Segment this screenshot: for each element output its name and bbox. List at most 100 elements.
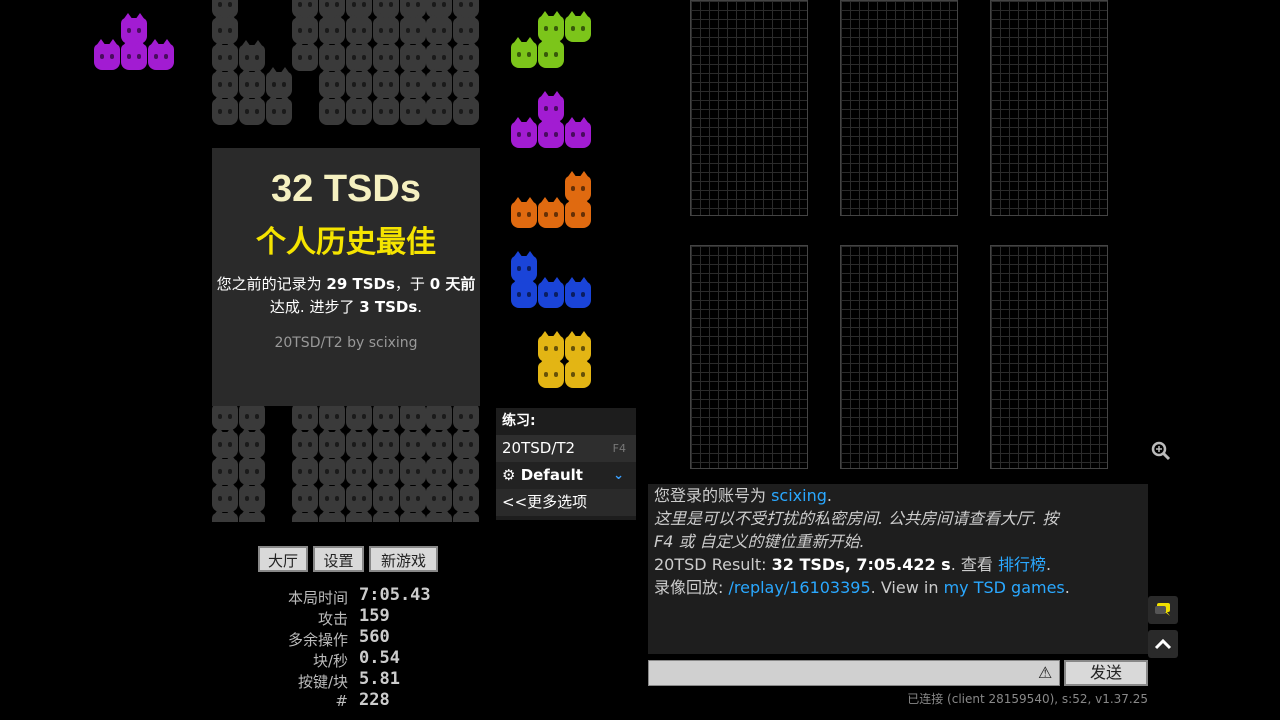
- opponent-board: [840, 245, 958, 469]
- chevron-down-icon: ⌄: [613, 468, 624, 483]
- stat-label-kpp: 按键/块: [297, 673, 348, 691]
- stat-label-time: 本局时间: [287, 589, 348, 607]
- next-block: [511, 37, 537, 68]
- replay-link[interactable]: /replay/16103395: [728, 578, 870, 597]
- leaderboard-link[interactable]: 排行榜: [998, 555, 1046, 574]
- chevron-up-icon: [1154, 638, 1172, 650]
- next-block: [538, 37, 564, 68]
- chat-text: . View in: [870, 578, 944, 597]
- stat-label-attack: 攻击: [317, 610, 348, 628]
- board-block: [453, 508, 480, 522]
- send-button[interactable]: 发送: [1064, 660, 1148, 686]
- prev-mid: ，于: [394, 275, 430, 293]
- stat-value-kpp: 5.81: [359, 669, 400, 689]
- next-block: [565, 117, 591, 148]
- practice-title: 练习:: [502, 413, 536, 429]
- zoom-icon[interactable]: [1150, 440, 1172, 467]
- board-block: [292, 40, 319, 71]
- next-block: [565, 277, 591, 308]
- stat-value-time: 7:05.43: [359, 585, 431, 605]
- board-block: [399, 94, 426, 125]
- opponent-board: [840, 0, 958, 216]
- next-block: [511, 197, 537, 228]
- gear-icon: ⚙: [502, 466, 516, 484]
- mode-author: 20TSD/T2 by scixing: [274, 335, 418, 351]
- personal-best-label: 个人历史最佳: [256, 225, 436, 260]
- chat-line: 这里是可以不受打扰的私密房间. 公共房间请查看大厅. 按: [654, 509, 1059, 528]
- board-block: [372, 508, 399, 522]
- board-block: [399, 508, 426, 522]
- stat-value-finesse: 560: [359, 627, 390, 647]
- previous-record-text: 您之前的记录为 29 TSDs，于 0 天前 达成. 进步了 3 TSDs.: [212, 273, 480, 319]
- preset-select[interactable]: ⚙ Default ⌄: [496, 462, 636, 489]
- next-block: [511, 117, 537, 148]
- stat-value-attack: 159: [359, 606, 390, 626]
- next-block: [538, 277, 564, 308]
- warning-icon: ⚠: [1038, 663, 1053, 682]
- chat-log: 您登录的账号为 scixing. 这里是可以不受打扰的私密房间. 公共房间请查看…: [648, 484, 1148, 654]
- chat-text: 您登录的账号为: [654, 486, 772, 505]
- stat-value-pps: 0.54: [359, 648, 400, 668]
- hold-block: [94, 39, 120, 70]
- chat-line: 20TSD Result: 32 TSDs, 7:05.422 s. 查看 排行…: [654, 553, 1142, 576]
- board-block: [319, 508, 346, 522]
- lobby-button[interactable]: 大厅: [258, 546, 308, 572]
- board-block: [346, 508, 372, 522]
- chat-text: 录像回放:: [654, 578, 729, 597]
- prev-prefix: 您之前的记录为: [216, 275, 327, 293]
- my-games-link[interactable]: my TSD games: [944, 578, 1065, 597]
- chat-text: .: [1045, 555, 1052, 574]
- next-block: [565, 11, 591, 42]
- preset-label: Default: [520, 466, 583, 484]
- settings-button[interactable]: 设置: [313, 546, 364, 572]
- result-text: 32 TSDs, 7:05.422 s: [771, 555, 951, 574]
- prev-score: 29 TSDs: [326, 275, 395, 293]
- stat-value-pieces: 228: [359, 690, 390, 710]
- user-link[interactable]: scixing: [771, 486, 827, 505]
- stat-label-finesse: 多余操作: [287, 631, 348, 649]
- board-block: [372, 94, 399, 125]
- next-block: [538, 197, 564, 228]
- board-block: [265, 94, 292, 125]
- chat-text: 20TSD Result:: [654, 555, 772, 574]
- next-block: [565, 357, 591, 388]
- improve-end: .: [417, 298, 423, 316]
- board-block: [212, 94, 238, 125]
- connection-status: 已连接 (client 28159540), s:52, v1.37.25: [907, 692, 1148, 706]
- board-block: [319, 94, 346, 125]
- chat-line: F4 或 自定义的键位重新开始.: [654, 532, 865, 551]
- new-game-button[interactable]: 新游戏: [369, 546, 438, 572]
- next-block: [565, 197, 591, 228]
- result-overlay: 32 TSDs 个人历史最佳 您之前的记录为 29 TSDs，于 0 天前 达成…: [212, 148, 480, 406]
- next-block: [511, 277, 537, 308]
- hold-block: [121, 39, 147, 70]
- opponent-board: [990, 245, 1108, 469]
- chat-text: .: [826, 486, 832, 505]
- chat-line: 您登录的账号为 scixing.: [654, 484, 1142, 507]
- board-block: [346, 94, 372, 125]
- stat-label-pps: 块/秒: [312, 652, 348, 670]
- prev-days: 0 天前: [429, 275, 476, 293]
- chat-text: .: [1064, 578, 1070, 597]
- practice-mode-key: F4: [612, 442, 626, 455]
- board-block: [212, 508, 238, 522]
- board-block: [426, 508, 453, 522]
- board-block: [238, 94, 265, 125]
- next-block: [538, 117, 564, 148]
- opponent-board: [690, 0, 808, 216]
- board-block: [426, 94, 453, 125]
- stat-label-pieces: #: [335, 692, 348, 710]
- chat-line: 录像回放: /replay/16103395. View in my TSD g…: [654, 576, 1142, 599]
- practice-mode-label: 20TSD/T2: [502, 439, 576, 457]
- chat-input[interactable]: [648, 660, 1060, 686]
- board-block: [292, 508, 319, 522]
- next-block: [538, 357, 564, 388]
- opponent-board: [990, 0, 1108, 216]
- prev-suffix: 达成. 进步了: [269, 298, 360, 316]
- scroll-up-button[interactable]: [1148, 630, 1178, 658]
- more-options-button[interactable]: <<更多选项: [496, 489, 636, 516]
- practice-mode-item[interactable]: 20TSD/T2 F4: [496, 435, 636, 462]
- chat-toggle-button[interactable]: [1148, 596, 1178, 624]
- chat-text: . 查看: [950, 555, 998, 574]
- result-score: 32 TSDs: [271, 168, 421, 210]
